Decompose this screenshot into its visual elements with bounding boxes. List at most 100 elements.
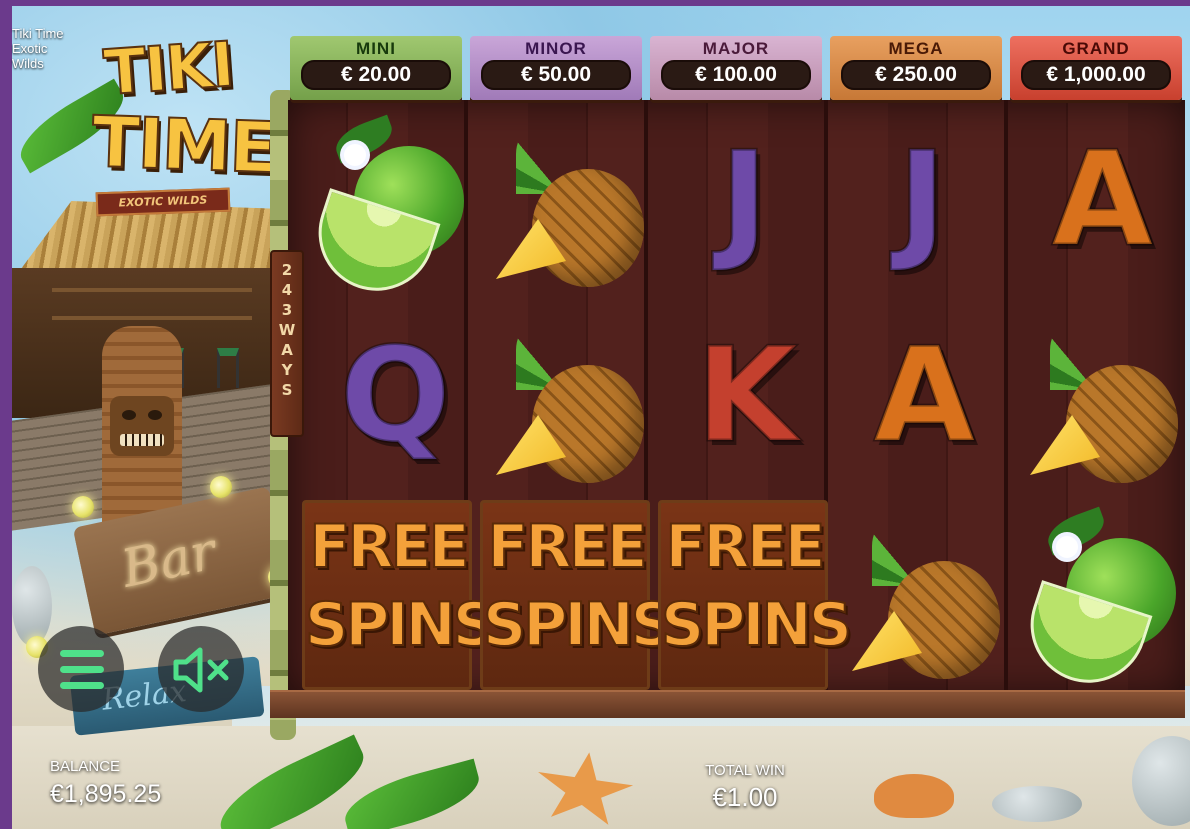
pineapple-body <box>532 365 644 483</box>
balance-label: BALANCE <box>50 758 121 775</box>
bar-sign-text: Bar <box>116 521 221 600</box>
free-spins-tile: FREE SPINS <box>302 500 497 690</box>
pineapple-icon <box>496 310 646 490</box>
symbol-pineapple <box>834 496 1010 692</box>
tiki-eye <box>148 410 162 420</box>
symbol-free-spins: FREE SPINS <box>478 496 675 692</box>
game-name-line: Wilds <box>12 56 44 71</box>
beach-rock <box>992 786 1082 822</box>
free-spins-text: FREE <box>664 512 826 582</box>
jackpot-value: € 20.00 <box>301 60 451 90</box>
balance-display: BALANCE €1,895.25 <box>50 758 161 809</box>
symbol-letter: A <box>873 319 977 471</box>
tiki-face <box>110 396 174 456</box>
menu-button[interactable] <box>38 626 124 712</box>
sound-toggle-button[interactable] <box>158 626 244 712</box>
symbol-letter: J <box>896 123 947 275</box>
symbol-letter-a: A <box>1012 104 1188 300</box>
jackpot-mega: MEGA € 250.00 <box>830 36 1002 100</box>
jackpot-mini: MINI € 20.00 <box>290 36 462 100</box>
beach-rock <box>12 566 52 646</box>
jackpot-minor: MINOR € 50.00 <box>470 36 642 100</box>
symbol-pineapple <box>1012 300 1188 496</box>
symbol-letter-q: Q <box>300 300 476 496</box>
tiki-eye <box>122 410 136 420</box>
bar-shelf <box>52 316 252 320</box>
symbol-lime <box>300 104 476 306</box>
reel-base <box>270 690 1185 718</box>
free-spins-tile: FREE SPINS <box>480 500 675 690</box>
jackpot-major: MAJOR € 100.00 <box>650 36 822 100</box>
ways-plaque: 2 4 3 W A Y S <box>270 250 304 437</box>
hamburger-line <box>60 650 104 657</box>
symbol-letter: K <box>695 319 799 471</box>
symbol-letter-a: A <box>834 300 1010 496</box>
pineapple-body <box>888 561 1000 679</box>
free-spins-text: SPINS <box>660 590 853 660</box>
free-spins-tile: FREE SPINS <box>658 500 853 690</box>
tiki-mouth <box>120 434 164 446</box>
jackpot-value: € 100.00 <box>661 60 811 90</box>
symbol-letter: A <box>1051 123 1155 275</box>
jackpot-label: MEGA <box>888 39 944 58</box>
crab <box>874 774 954 818</box>
light-bulb <box>72 496 94 518</box>
symbol-pineapple <box>478 104 654 300</box>
game-name-line: Exotic <box>12 41 48 56</box>
ways-char: A <box>281 341 293 359</box>
pineapple-icon <box>496 114 646 294</box>
hamburger-line <box>60 666 104 673</box>
lime-flower <box>344 144 366 166</box>
game-name-line: Tiki Time <box>12 26 64 41</box>
total-win-value: €1.00 <box>712 782 778 812</box>
ways-char: Y <box>281 361 293 379</box>
pineapple-body <box>1066 365 1178 483</box>
light-bulb <box>210 476 232 498</box>
speaker-muted-icon <box>173 647 229 693</box>
free-spins-text: SPINS <box>304 590 497 660</box>
jackpot-bar: MINI € 20.00 MINOR € 50.00 MAJOR € 100.0… <box>290 36 1182 102</box>
lime-icon <box>303 114 464 306</box>
pineapple-icon <box>852 506 1002 686</box>
free-spins-text: FREE <box>486 512 648 582</box>
jackpot-value: € 250.00 <box>841 60 991 90</box>
game-logo: TIKI TIME EXOTIC WILDS <box>84 27 278 222</box>
symbol-free-spins: FREE SPINS <box>300 496 497 692</box>
jackpot-label: MINI <box>356 39 396 58</box>
pineapple-body <box>532 169 644 287</box>
free-spins-text: FREE <box>308 512 470 582</box>
hamburger-line <box>60 682 104 689</box>
logo-word-time: TIME <box>90 100 278 190</box>
total-win-display: TOTAL WIN €1.00 <box>680 762 810 812</box>
bar-shelf <box>52 288 252 292</box>
jackpot-value: € 1,000.00 <box>1021 60 1171 90</box>
ways-char: W <box>278 321 296 339</box>
symbol-free-spins: FREE SPINS <box>656 496 853 692</box>
bar-stool <box>217 348 239 388</box>
ways-char: 4 <box>281 281 293 299</box>
symbol-letter-j: J <box>656 104 832 300</box>
pineapple-icon <box>1030 310 1180 490</box>
jackpot-label: MINOR <box>525 39 587 58</box>
symbol-letter-k: K <box>656 300 832 496</box>
symbol-pineapple <box>478 300 654 496</box>
jackpot-label: MAJOR <box>702 39 770 58</box>
lime-icon <box>1015 506 1176 698</box>
jackpot-grand: GRAND € 1,000.00 <box>1010 36 1182 100</box>
balance-value: €1,895.25 <box>50 780 162 808</box>
lime-flower <box>1056 536 1078 558</box>
ways-char: S <box>281 381 293 399</box>
logo-word-tiki: TIKI <box>101 27 236 111</box>
symbol-lime <box>1012 496 1188 698</box>
jackpot-label: GRAND <box>1062 39 1130 58</box>
game-name: Tiki Time Exotic Wilds <box>12 26 92 71</box>
ways-char: 2 <box>281 261 293 279</box>
symbol-letter-j: J <box>834 104 1010 300</box>
ways-char: 3 <box>281 301 293 319</box>
symbol-letter: Q <box>339 319 453 471</box>
free-spins-text: SPINS <box>482 590 675 660</box>
logo-subtitle: EXOTIC WILDS <box>95 187 231 217</box>
symbol-letter: J <box>718 123 769 275</box>
total-win-label: TOTAL WIN <box>705 762 785 779</box>
jackpot-value: € 50.00 <box>481 60 631 90</box>
